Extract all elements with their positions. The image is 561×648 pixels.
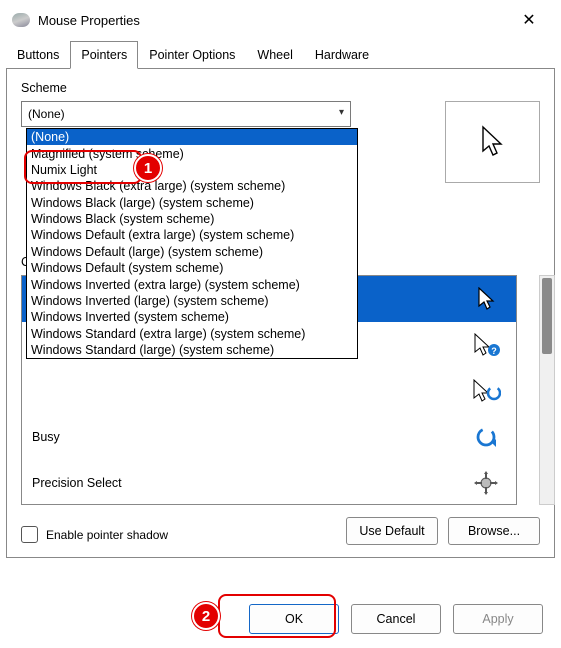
mouse-icon: [12, 13, 30, 27]
tab-pointers[interactable]: Pointers: [70, 41, 138, 69]
scheme-selected-text: (None): [28, 107, 65, 121]
busy-cursor-icon: [466, 417, 506, 457]
scheme-option[interactable]: Windows Default (large) (system scheme): [27, 244, 357, 260]
scheme-option[interactable]: Magnified (system scheme): [27, 145, 357, 161]
pointer-shadow-checkbox[interactable]: [21, 526, 38, 543]
scheme-option[interactable]: Windows Standard (large) (system scheme): [27, 342, 357, 358]
close-button[interactable]: ✕: [509, 0, 549, 40]
scheme-label: Scheme: [21, 81, 540, 95]
list-item-label: Busy: [32, 430, 466, 444]
scrollbar-thumb[interactable]: [542, 278, 552, 354]
list-item-label: Precision Select: [32, 476, 466, 490]
use-default-button[interactable]: Use Default: [346, 517, 438, 545]
pointer-shadow-row: Enable pointer shadow: [21, 526, 168, 543]
cursor-preview-box: [445, 101, 540, 183]
scheme-option[interactable]: Windows Default (system scheme): [27, 260, 357, 276]
tab-pointer-options[interactable]: Pointer Options: [138, 41, 246, 69]
scheme-option[interactable]: Windows Black (large) (system scheme): [27, 195, 357, 211]
titlebar: Mouse Properties ✕: [0, 0, 561, 40]
chevron-down-icon: ▾: [339, 107, 344, 118]
list-item[interactable]: Busy: [22, 414, 516, 460]
scheme-dropdown-list[interactable]: (None) Magnified (system scheme) Numix L…: [26, 128, 358, 359]
help-cursor-icon: ?: [466, 325, 506, 365]
working-cursor-icon: [466, 371, 506, 411]
window-title: Mouse Properties: [38, 13, 509, 28]
scheme-option[interactable]: Windows Default (extra large) (system sc…: [27, 227, 357, 243]
list-item[interactable]: Precision Select: [22, 460, 516, 505]
arrow-cursor-icon: [479, 125, 507, 159]
tab-wheel[interactable]: Wheel: [246, 41, 303, 69]
arrow-cursor-icon: [466, 279, 506, 319]
list-item[interactable]: [22, 368, 516, 414]
tab-buttons[interactable]: Buttons: [6, 41, 70, 69]
tabstrip: Buttons Pointers Pointer Options Wheel H…: [0, 40, 561, 68]
browse-button[interactable]: Browse...: [448, 517, 540, 545]
apply-button[interactable]: Apply: [453, 604, 543, 634]
precision-cursor-icon: [466, 463, 506, 503]
scheme-option[interactable]: Windows Inverted (large) (system scheme): [27, 293, 357, 309]
dialog-button-row: OK Cancel Apply: [0, 604, 561, 634]
pointer-shadow-label: Enable pointer shadow: [46, 528, 168, 542]
scheme-option[interactable]: Windows Black (extra large) (system sche…: [27, 178, 357, 194]
ok-button[interactable]: OK: [249, 604, 339, 634]
scheme-option[interactable]: Windows Inverted (system scheme): [27, 309, 357, 325]
mouse-properties-window: Mouse Properties ✕ Buttons Pointers Poin…: [0, 0, 561, 648]
scheme-option[interactable]: (None): [27, 129, 357, 145]
svg-text:?: ?: [491, 346, 497, 356]
scheme-option[interactable]: Windows Standard (extra large) (system s…: [27, 326, 357, 342]
tab-hardware[interactable]: Hardware: [304, 41, 380, 69]
scheme-option[interactable]: Windows Black (system scheme): [27, 211, 357, 227]
scheme-combobox[interactable]: (None) ▾: [21, 101, 351, 127]
cancel-button[interactable]: Cancel: [351, 604, 441, 634]
panel-button-row: Use Default Browse...: [346, 517, 540, 545]
listbox-scrollbar[interactable]: [539, 275, 555, 505]
scheme-option[interactable]: Numix Light: [27, 162, 357, 178]
scheme-option[interactable]: Windows Inverted (extra large) (system s…: [27, 276, 357, 292]
close-icon: ✕: [522, 10, 535, 30]
